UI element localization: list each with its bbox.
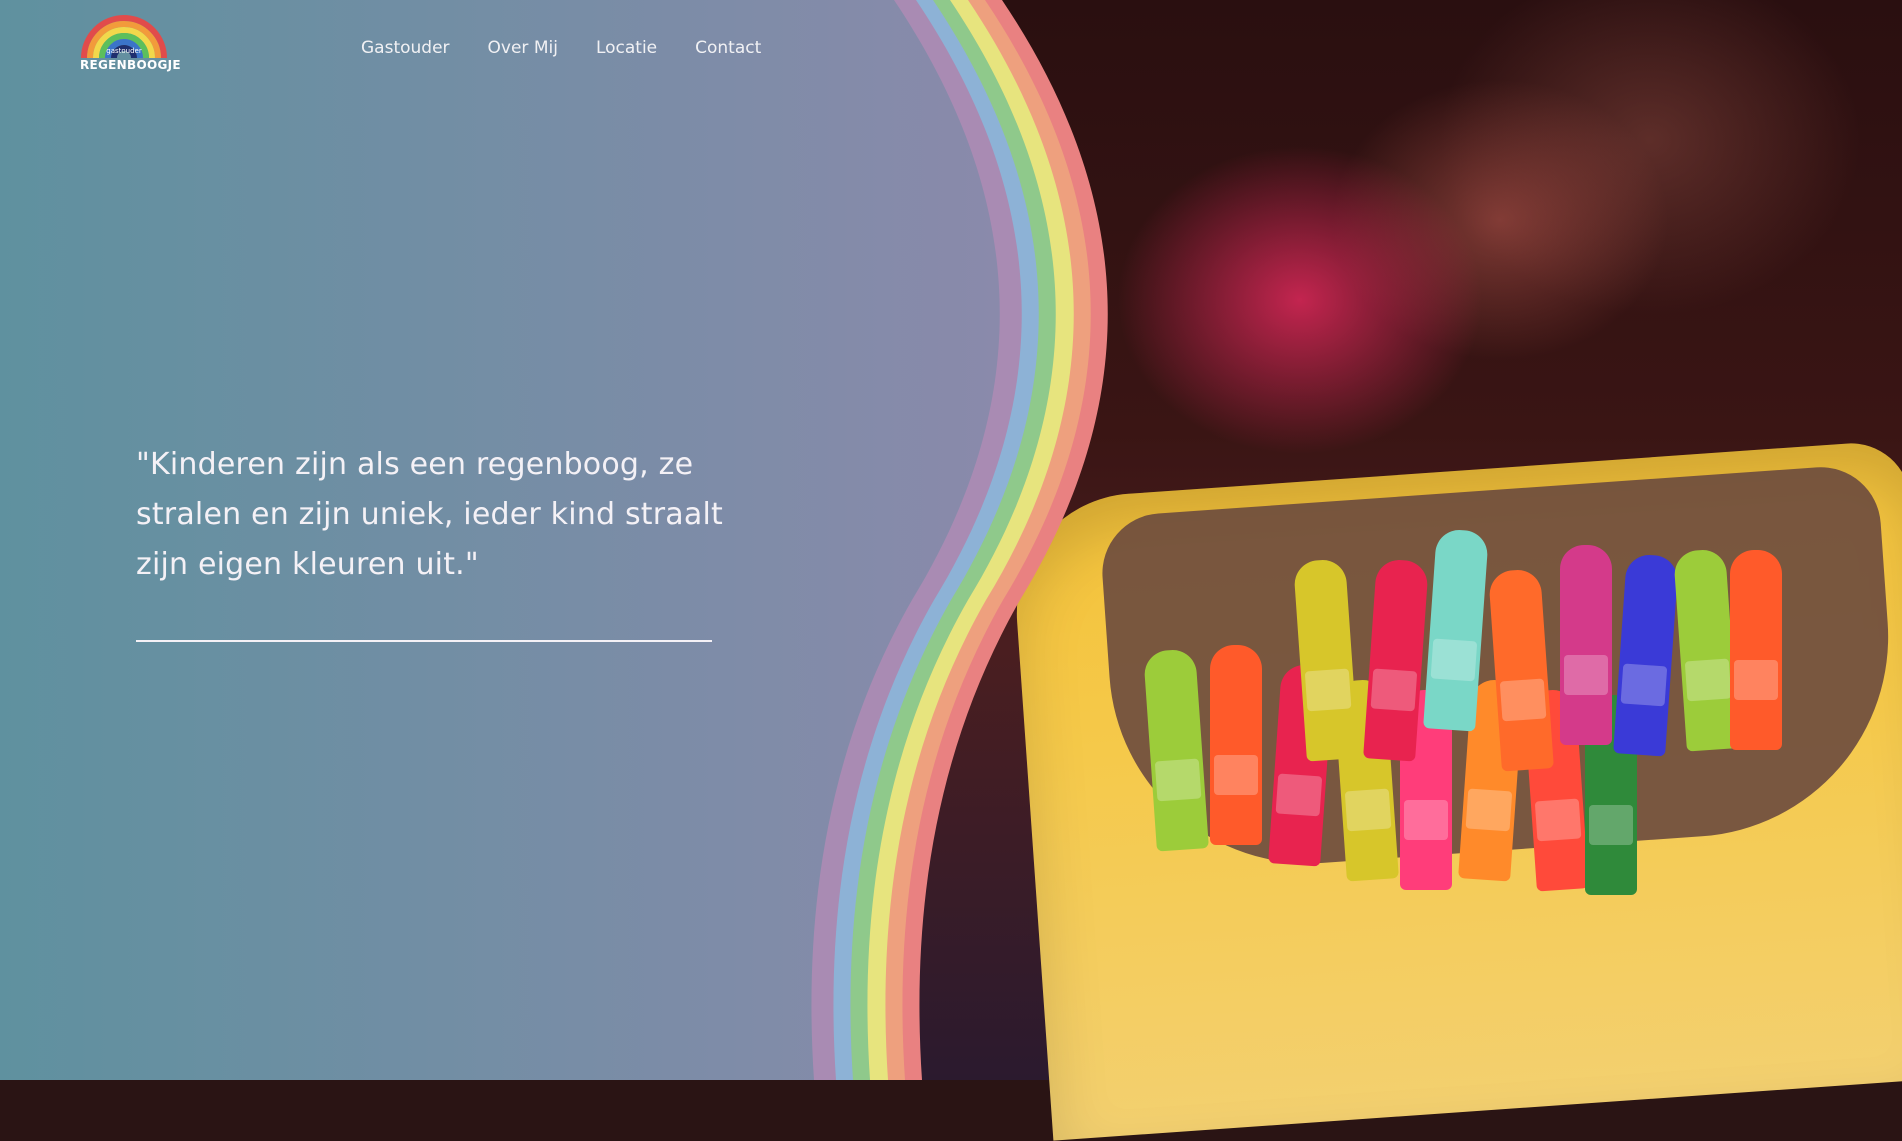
- nav-link-contact[interactable]: Contact: [695, 38, 761, 58]
- quote-divider: [136, 640, 712, 642]
- nav-link-locatie[interactable]: Locatie: [596, 38, 657, 58]
- nav-link-over-mij[interactable]: Over Mij: [488, 38, 558, 58]
- logo-name[interactable]: REGENBOOGJE: [80, 58, 181, 72]
- hero-quote: "Kinderen zijn als een regenboog, ze str…: [136, 447, 723, 582]
- top-nav: gastouder REGENBOOGJE Gastouder Over Mij…: [0, 0, 1902, 100]
- page: gastouder REGENBOOGJE Gastouder Over Mij…: [0, 0, 1902, 1141]
- nav-links: Gastouder Over Mij Locatie Contact: [361, 38, 761, 58]
- nav-link-gastouder[interactable]: Gastouder: [361, 38, 450, 58]
- logo-subtitle: gastouder: [106, 47, 142, 55]
